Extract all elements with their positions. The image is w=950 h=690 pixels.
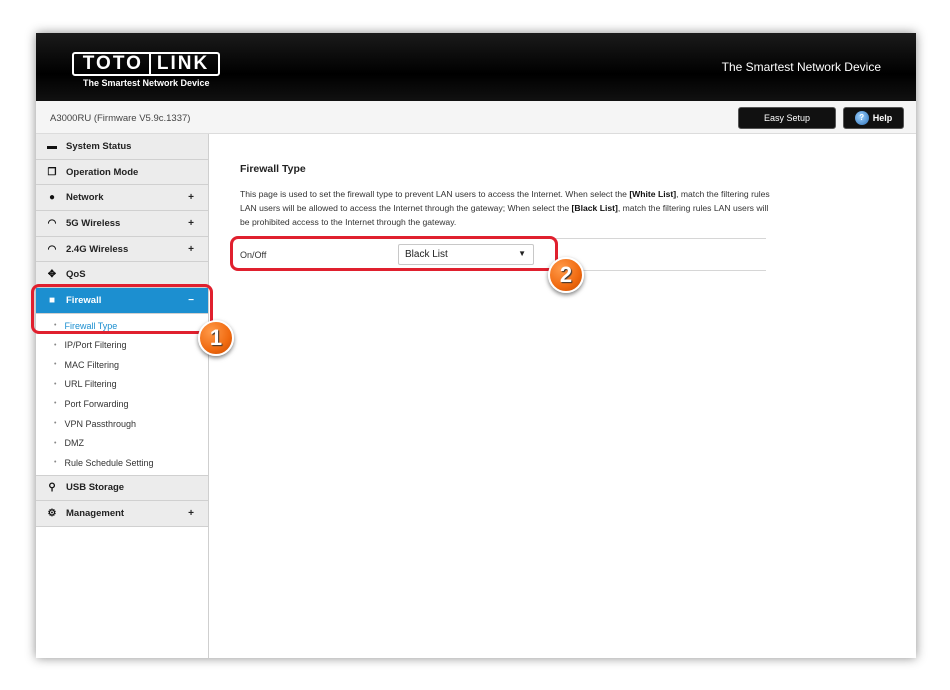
firewall-submenu: • Firewall Type • IP/Port Filtering • MA…: [36, 314, 208, 476]
sidebar-subitem-dmz[interactable]: • DMZ: [36, 433, 208, 453]
sidebar-subitem-label: VPN Passthrough: [64, 418, 136, 429]
sidebar-item-label: 2.4G Wireless: [66, 243, 129, 255]
bullet-icon: •: [54, 400, 57, 408]
sidebar-item-label: Management: [66, 508, 125, 520]
sidebar-item-management[interactable]: ⚙ Management +: [36, 501, 208, 527]
sidebar-item-label: USB Storage: [66, 482, 125, 494]
bullet-icon: •: [54, 380, 57, 388]
sidebar-item-label: 5G Wireless: [66, 217, 121, 229]
bullet-icon: •: [54, 361, 57, 369]
header-bar: TOTO LINK The Smartest Network Device Th…: [36, 33, 916, 101]
header-slogan: The Smartest Network Device: [721, 60, 881, 74]
sidebar-item-operation-mode[interactable]: ❐ Operation Mode: [36, 159, 208, 186]
sidebar-subitem-url-filtering[interactable]: • URL Filtering: [36, 374, 208, 395]
help-button-label: Help: [872, 113, 893, 123]
desc-black-list: [Black List]: [571, 203, 618, 213]
bullet-icon: •: [54, 341, 57, 349]
sidebar-item-24g-wireless[interactable]: ◠ 2.4G Wireless +: [36, 236, 208, 263]
bullet-icon: •: [54, 459, 57, 467]
sidebar-subitem-label: MAC Filtering: [64, 359, 119, 370]
sidebar-subitem-rule-schedule[interactable]: • Rule Schedule Setting: [36, 452, 208, 473]
expand-icon: +: [188, 243, 194, 255]
sidebar-item-system-status[interactable]: ▬ System Status: [36, 134, 208, 160]
expand-icon: +: [188, 508, 194, 520]
qos-icon: ✥: [47, 269, 57, 281]
sidebar-subitem-ip-port-filtering[interactable]: • IP/Port Filtering: [36, 335, 208, 355]
sidebar-item-label: Network: [66, 192, 104, 204]
sidebar-subitem-label: DMZ: [64, 438, 84, 449]
sidebar-item-label: System Status: [66, 140, 132, 152]
sidebar-subitem-label: Port Forwarding: [64, 398, 129, 409]
bullet-icon: •: [54, 439, 57, 447]
page-description: This page is used to set the firewall ty…: [240, 187, 770, 229]
sidebar-item-5g-wireless[interactable]: ◠ 5G Wireless +: [36, 211, 208, 237]
main-content: Firewall Type This page is used to set t…: [240, 163, 770, 271]
bullet-icon: •: [54, 420, 57, 428]
logo-text-left: TOTO: [82, 53, 143, 74]
highlight-box-select: [230, 236, 558, 271]
sidebar-subitem-vpn-passthrough[interactable]: • VPN Passthrough: [36, 413, 208, 434]
wifi-icon: ◠: [47, 217, 57, 229]
usb-icon: ⚲: [48, 482, 56, 494]
totolink-logo: TOTO LINK: [72, 52, 220, 76]
sidebar-subitem-label: URL Filtering: [64, 379, 117, 390]
logo-divider: [148, 52, 151, 76]
highlight-box-firewall: [31, 284, 213, 334]
sidebar-subitem-port-forwarding[interactable]: • Port Forwarding: [36, 394, 208, 414]
step-badge-2: 2: [548, 257, 584, 293]
router-admin-window: TOTO LINK The Smartest Network Device Th…: [31, 33, 916, 658]
expand-icon: +: [188, 192, 194, 204]
help-button[interactable]: ? Help: [843, 107, 904, 129]
desc-white-list: [White List]: [629, 189, 677, 199]
step-badge-1: 1: [198, 320, 234, 356]
model-firmware-label: A3000RU (Firmware V5.9c.1337): [50, 113, 191, 124]
page-title: Firewall Type: [240, 163, 306, 175]
sidebar-item-network[interactable]: ● Network +: [36, 185, 208, 212]
monitor-icon: ▬: [47, 140, 57, 152]
wifi-icon: ◠: [47, 243, 57, 255]
logo-tagline: The Smartest Network Device: [83, 78, 210, 88]
help-icon: ?: [854, 111, 869, 125]
windows-icon: ❐: [47, 166, 57, 178]
sidebar-item-label: QoS: [66, 269, 86, 281]
logo-text-right: LINK: [156, 53, 210, 74]
sidebar-item-label: Operation Mode: [66, 166, 139, 178]
globe-icon: ●: [48, 192, 56, 204]
sidebar-subitem-label: Rule Schedule Setting: [64, 457, 154, 468]
expand-icon: +: [188, 217, 194, 229]
desc-text-1: This page is used to set the firewall ty…: [240, 189, 630, 199]
sidebar-subitem-label: IP/Port Filtering: [64, 340, 127, 351]
gear-icon: ⚙: [47, 508, 57, 520]
easy-setup-button[interactable]: Easy Setup: [738, 107, 836, 129]
sidebar-item-usb-storage[interactable]: ⚲ USB Storage: [36, 475, 208, 502]
model-bar: A3000RU (Firmware V5.9c.1337) Easy Setup…: [36, 101, 916, 134]
sidebar-menu: ▬ System Status ❐ Operation Mode ● Netwo…: [36, 134, 209, 658]
sidebar-subitem-mac-filtering[interactable]: • MAC Filtering: [36, 355, 208, 375]
